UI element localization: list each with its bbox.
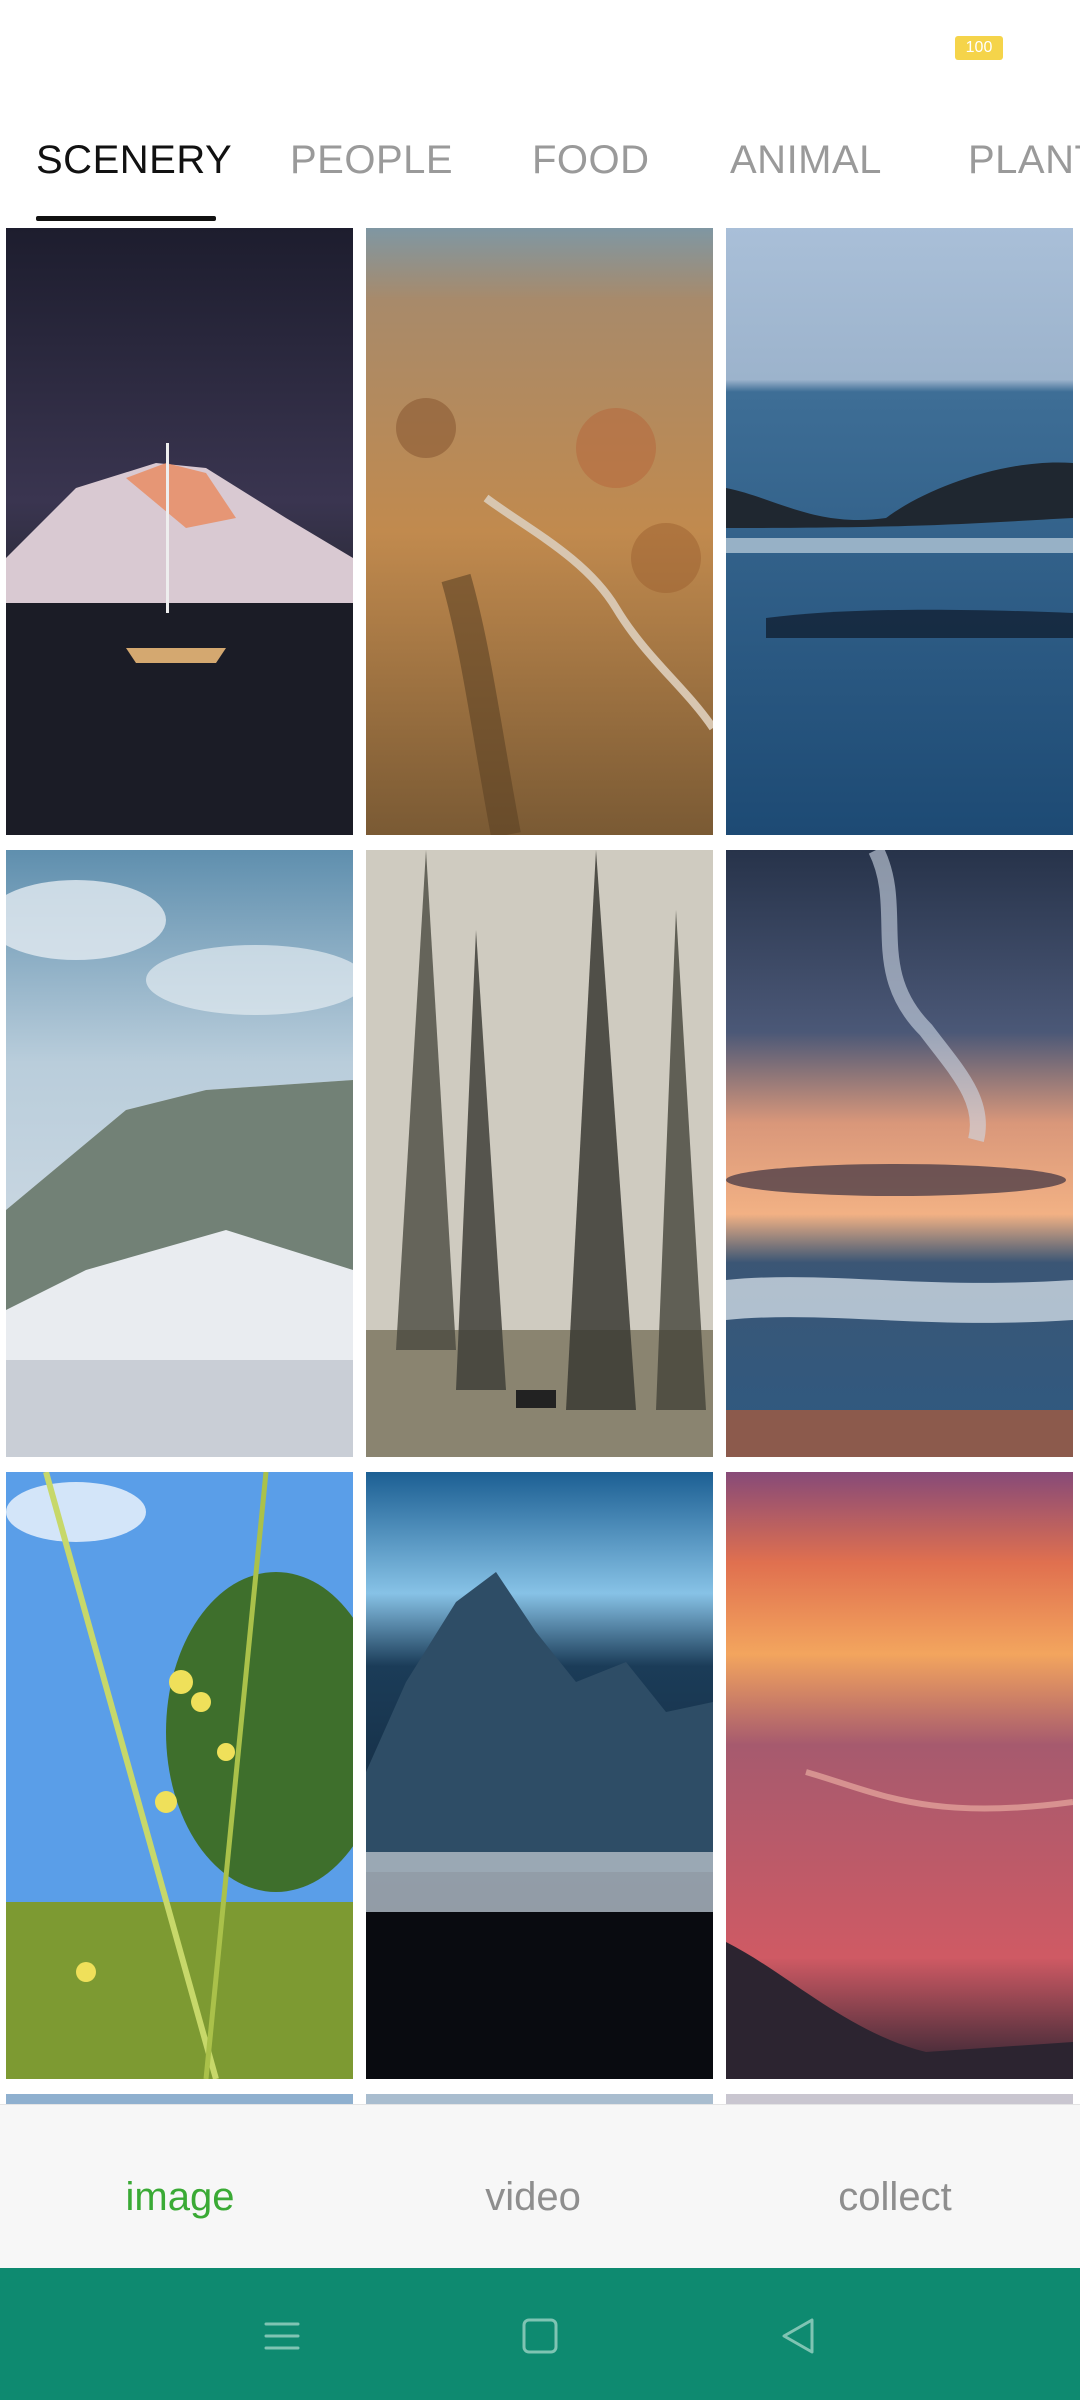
active-tab-indicator [36, 216, 216, 221]
tab-scenery[interactable]: SCENERY [36, 138, 232, 183]
yellow-wildflowers-image [6, 1472, 353, 2079]
alien-rocky-landscape-image [366, 1472, 713, 2079]
larch-forest-image [366, 850, 713, 1457]
red-sunset-coast-image [726, 1472, 1073, 2079]
menu-icon[interactable] [254, 2308, 310, 2364]
tab-people[interactable]: PEOPLE [290, 138, 453, 183]
category-tabs: SCENERY PEOPLE FOOD ANIMAL PLANT [0, 110, 1080, 225]
image-thumbnail[interactable] [726, 2094, 1073, 2104]
nav-video[interactable]: video [383, 2105, 683, 2269]
back-icon[interactable] [770, 2308, 826, 2364]
snowy-volcano-sailboat-image [6, 228, 353, 835]
image-thumbnail[interactable] [6, 1472, 353, 2079]
home-icon[interactable] [512, 2308, 568, 2364]
rainbow-mountains-image [366, 228, 713, 835]
battery-icon: 100 [955, 36, 1003, 60]
snowy-mountain-slope-image [6, 850, 353, 1457]
bottom-navigation: image video collect [0, 2104, 1080, 2268]
image-thumbnail[interactable] [726, 850, 1073, 1457]
nav-collect[interactable]: collect [745, 2105, 1045, 2269]
image-thumbnail[interactable] [366, 2094, 713, 2104]
image-thumbnail[interactable] [726, 228, 1073, 835]
tab-plant[interactable]: PLANT [968, 138, 1080, 183]
image-thumbnail[interactable] [6, 2094, 353, 2104]
nav-image[interactable]: image [30, 2105, 330, 2269]
tab-animal[interactable]: ANIMAL [730, 138, 882, 183]
image-thumbnail[interactable] [366, 850, 713, 1457]
system-navigation-bar [0, 2268, 1080, 2400]
status-bar: 100 [0, 0, 1080, 100]
image-thumbnail[interactable] [726, 1472, 1073, 2079]
image-grid [0, 228, 1080, 2104]
image-thumbnail[interactable] [366, 228, 713, 835]
image-thumbnail[interactable] [6, 228, 353, 835]
stormy-sunset-waves-image [726, 850, 1073, 1457]
image-thumbnail[interactable] [6, 850, 353, 1457]
tab-food[interactable]: FOOD [532, 138, 650, 183]
image-thumbnail[interactable] [366, 1472, 713, 2079]
whale-tails-ocean-image [726, 228, 1073, 835]
